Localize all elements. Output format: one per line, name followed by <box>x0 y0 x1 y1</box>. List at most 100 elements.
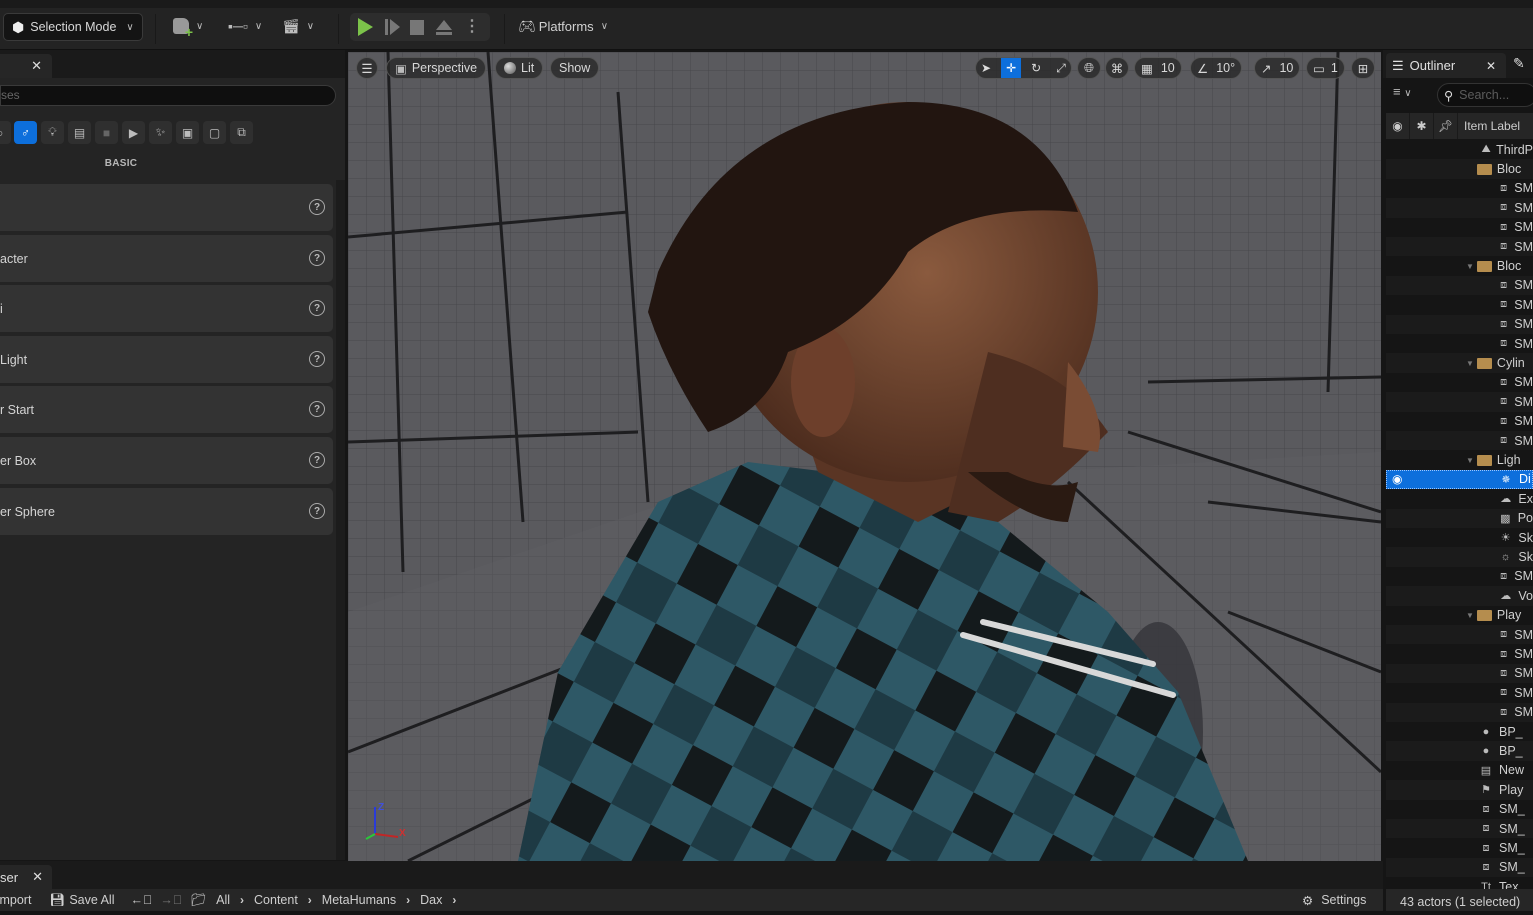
translate-tool-button[interactable]: ✛ <box>1001 58 1022 78</box>
category-cinematic[interactable]: ▤ <box>68 121 91 144</box>
save-all-button[interactable]: 💾︎ Save All <box>49 893 114 908</box>
pin-column-icon[interactable]: 📌︎ <box>1434 113 1458 139</box>
viewport-layout-button[interactable]: ⊞ <box>1351 57 1375 79</box>
place-actor-item[interactable]: r Start? <box>0 386 333 433</box>
close-icon[interactable]: ✕ <box>1486 59 1496 73</box>
outliner-row[interactable]: ▼Bloc <box>1386 256 1533 275</box>
more-options-icon[interactable]: ⋮ <box>464 19 480 35</box>
view-mode-button[interactable]: Lit <box>495 57 544 79</box>
outliner-row[interactable]: ⧈ SM_ <box>1386 819 1533 839</box>
outliner-row[interactable]: ▼ Ligh <box>1386 450 1533 469</box>
outliner-row[interactable]: ⧈ SM <box>1386 431 1533 451</box>
visibility-eye-icon[interactable]: ◉ <box>1392 472 1402 486</box>
chevron-right-icon[interactable]: › <box>452 893 456 907</box>
outliner-row[interactable]: ⧈ SM <box>1386 314 1533 334</box>
outliner-row[interactable]: ⛰ ThirdP <box>1386 140 1533 159</box>
place-actor-item[interactable]: Light? <box>0 336 333 383</box>
star-column-icon[interactable]: ✱ <box>1410 113 1434 139</box>
item-label-column-header[interactable]: Item Label <box>1458 113 1520 139</box>
outliner-row[interactable]: ▤ New <box>1386 761 1533 780</box>
cinematics-button[interactable]: 🎬︎ ∨ <box>282 18 314 35</box>
outliner-row[interactable]: ⧈ SM <box>1386 275 1533 296</box>
help-icon[interactable]: ? <box>309 401 325 417</box>
breadcrumb-item[interactable]: MetaHumans <box>322 893 396 907</box>
expand-arrow-icon[interactable]: ▼ <box>1466 611 1474 620</box>
scale-tool-button[interactable]: ⤢ <box>1051 58 1071 78</box>
category-visual-effects[interactable]: ■ <box>95 121 118 144</box>
outliner-row[interactable]: ⧈ SM <box>1386 392 1533 412</box>
outliner-row[interactable]: ⧈ SM_ <box>1386 838 1533 857</box>
outliner-row[interactable]: ⧈ SM_ <box>1386 857 1533 878</box>
details-tab-icon[interactable]: ✎ <box>1513 55 1525 72</box>
help-icon[interactable]: ? <box>309 300 325 316</box>
blueprints-button[interactable]: ▪─▫ ∨ <box>228 18 262 34</box>
outliner-row[interactable]: ☁ Ex <box>1386 489 1533 508</box>
category-volumes[interactable]: ✨︎ <box>149 121 172 144</box>
chevron-right-icon[interactable]: › <box>406 893 410 907</box>
stop-button[interactable] <box>410 19 424 35</box>
outliner-row[interactable]: ⧈ SM_ <box>1386 800 1533 819</box>
category-all-classes[interactable]: ▣ <box>176 121 199 144</box>
chevron-right-icon[interactable]: › <box>240 893 244 907</box>
platforms-button[interactable]: 🎮︎ Platforms ∨ <box>518 18 608 35</box>
outliner-row[interactable]: ☀ Sk <box>1386 528 1533 547</box>
selection-mode-dropdown[interactable]: ⬢ Selection Mode ∨ <box>3 13 143 41</box>
expand-arrow-icon[interactable]: ▼ <box>1466 456 1474 465</box>
help-icon[interactable]: ? <box>309 503 325 519</box>
help-icon[interactable]: ? <box>309 351 325 367</box>
outliner-row[interactable]: ⧈ SM <box>1386 179 1533 198</box>
place-actors-tab[interactable]: ✕ <box>0 54 52 78</box>
outliner-row[interactable]: ▼ Cylin <box>1386 353 1533 373</box>
place-actor-item[interactable]: i? <box>0 285 333 332</box>
outliner-row[interactable]: ⚑ Play <box>1386 780 1533 800</box>
rotate-tool-button[interactable]: ↻ <box>1026 58 1046 78</box>
outliner-row[interactable]: ▼ Play <box>1386 606 1533 625</box>
outliner-row[interactable]: ⧈ SM <box>1386 663 1533 684</box>
place-actor-item[interactable]: acter? <box>0 235 333 282</box>
camera-speed-button[interactable]: ▭ 1 <box>1306 57 1345 79</box>
rotation-snap-button[interactable]: ∠ 10° <box>1190 57 1243 79</box>
add-actor-button[interactable]: + ∨ <box>173 18 203 39</box>
category-lights[interactable]: 💡︎ <box>41 121 64 144</box>
help-icon[interactable]: ? <box>309 199 325 215</box>
outliner-row[interactable]: ☁ Vo <box>1386 586 1533 606</box>
category-geometry[interactable]: ▶ <box>122 121 145 144</box>
category-misc[interactable]: ⧉ <box>230 121 253 144</box>
expand-arrow-icon[interactable]: ▼ <box>1466 262 1474 271</box>
content-browser-tab[interactable]: ser ✕ <box>0 865 52 889</box>
back-button[interactable]: ←⃝ <box>130 893 152 907</box>
world-local-toggle[interactable]: 🌐︎ <box>1077 57 1101 79</box>
outliner-row[interactable]: ☼ Sk <box>1386 547 1533 567</box>
outliner-row[interactable]: ⧈ SM <box>1386 644 1533 663</box>
close-icon[interactable]: ✕ <box>32 869 43 885</box>
outliner-search-input[interactable]: ⚲ Search... <box>1437 83 1533 107</box>
outliner-row[interactable]: ⧈ SM <box>1386 683 1533 702</box>
import-button[interactable]: Import <box>0 893 31 907</box>
outliner-row[interactable]: ⧈ SM <box>1386 334 1533 353</box>
viewport-options-button[interactable]: ☰ <box>356 57 378 79</box>
category-shapes[interactable]: ▢ <box>203 121 226 144</box>
help-icon[interactable]: ? <box>309 452 325 468</box>
outliner-row[interactable]: ◉ ✵ Di <box>1386 469 1533 490</box>
scale-snap-button[interactable]: ↗ 10 <box>1254 57 1301 79</box>
outliner-row[interactable]: ⧈ SM <box>1386 625 1533 645</box>
place-actors-search-input[interactable]: ses <box>0 85 336 106</box>
place-actors-scrollbar[interactable] <box>336 180 345 860</box>
play-button[interactable] <box>358 18 373 36</box>
outliner-row[interactable]: ⧈ SM <box>1386 412 1533 431</box>
outliner-row[interactable]: ▼Bloc <box>1386 159 1533 179</box>
show-button[interactable]: Show <box>550 57 600 79</box>
visibility-column-icon[interactable]: ◉ <box>1386 113 1410 139</box>
outliner-row[interactable]: ⧈ SM <box>1386 218 1533 237</box>
breadcrumb-item[interactable]: All <box>216 893 230 907</box>
place-actor-item[interactable]: er Box? <box>0 437 333 484</box>
forward-button[interactable]: →⃝ <box>160 893 182 907</box>
perspective-button[interactable]: ▣ Perspective <box>386 57 487 79</box>
settings-button[interactable]: ⚙ Settings <box>1302 893 1366 908</box>
breadcrumb-item[interactable]: Content <box>254 893 298 907</box>
advance-frame-button[interactable] <box>385 19 400 35</box>
level-viewport[interactable]: Z X ☰ ▣ Perspective Lit Show ➤ ✛ ↻ ⤢ 🌐︎ ⌘… <box>348 52 1381 861</box>
breadcrumb-item[interactable]: Dax <box>420 893 442 907</box>
place-actor-item[interactable]: er Sphere? <box>0 488 333 535</box>
outliner-tab[interactable]: ☰ Outliner ✕ <box>1386 53 1506 78</box>
